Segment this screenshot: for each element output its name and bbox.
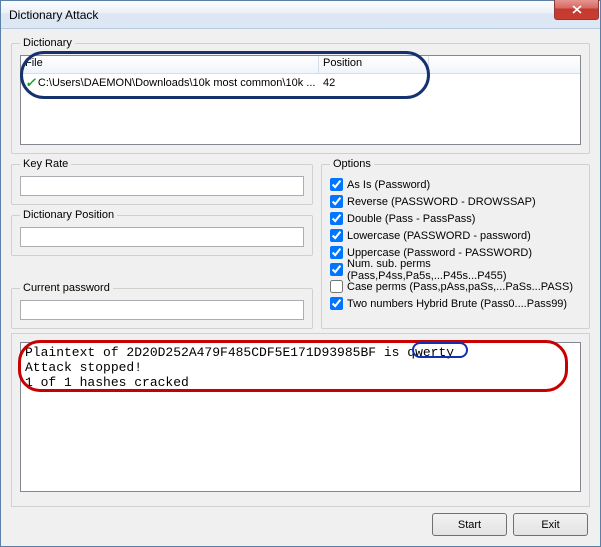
dictionary-legend: Dictionary — [20, 37, 75, 49]
option-checkbox[interactable] — [330, 263, 343, 276]
output-result: qwerty — [407, 345, 454, 360]
current-password-field[interactable] — [20, 300, 304, 320]
option-label: Reverse (PASSWORD - DROWSSAP) — [347, 196, 536, 208]
window-title: Dictionary Attack — [9, 8, 98, 22]
dictionary-group: Dictionary File Position ✓ C:\Users\DAEM… — [11, 37, 590, 154]
option-row[interactable]: Two numbers Hybrid Brute (Pass0....Pass9… — [330, 295, 581, 312]
cell-file: ✓ C:\Users\DAEMON\Downloads\10k most com… — [21, 76, 319, 89]
file-path: C:\Users\DAEMON\Downloads\10k most commo… — [38, 77, 316, 89]
option-checkbox[interactable] — [330, 280, 343, 293]
output-group: Plaintext of 2D20D252A479F485CDF5E171D93… — [11, 333, 590, 507]
middle-row: Key Rate Dictionary Position Current pas… — [11, 158, 590, 329]
close-button[interactable] — [554, 0, 599, 20]
option-row[interactable]: Reverse (PASSWORD - DROWSSAP) — [330, 193, 581, 210]
dictionary-position-group: Dictionary Position — [11, 209, 313, 256]
start-button[interactable]: Start — [432, 513, 507, 536]
option-row[interactable]: As Is (Password) — [330, 176, 581, 193]
option-checkbox[interactable] — [330, 195, 343, 208]
key-rate-group: Key Rate — [11, 158, 313, 205]
dictionary-position-field[interactable] — [20, 227, 304, 247]
col-spacer — [429, 56, 580, 73]
check-icon: ✓ — [25, 76, 36, 89]
option-label: Num. sub. perms (Pass,P4ss,Pa5s,...P45s.… — [347, 258, 581, 282]
options-group: Options As Is (Password) Reverse (PASSWOR… — [321, 158, 590, 329]
option-label: Two numbers Hybrid Brute (Pass0....Pass9… — [347, 298, 567, 310]
client-area: Dictionary File Position ✓ C:\Users\DAEM… — [1, 29, 600, 546]
cell-position: 42 — [319, 77, 429, 89]
output-line1-prefix: Plaintext of 2D20D252A479F485CDF5E171D93… — [25, 345, 407, 360]
titlebar: Dictionary Attack — [1, 1, 600, 29]
option-checkbox[interactable] — [330, 229, 343, 242]
dictionary-table[interactable]: File Position ✓ C:\Users\DAEMON\Download… — [20, 55, 581, 145]
dictionary-position-legend: Dictionary Position — [20, 209, 117, 221]
option-checkbox[interactable] — [330, 212, 343, 225]
output-line3: 1 of 1 hashes cracked — [25, 375, 189, 390]
option-label: Lowercase (PASSWORD - password) — [347, 230, 531, 242]
table-row[interactable]: ✓ C:\Users\DAEMON\Downloads\10k most com… — [21, 74, 580, 91]
exit-button[interactable]: Exit — [513, 513, 588, 536]
col-file[interactable]: File — [21, 56, 319, 73]
output-line2: Attack stopped! — [25, 360, 142, 375]
option-label: Case perms (Pass,pAss,paSs,...PaSs...PAS… — [347, 281, 573, 293]
option-row[interactable]: Case perms (Pass,pAss,paSs,...PaSs...PAS… — [330, 278, 581, 295]
option-row[interactable]: Lowercase (PASSWORD - password) — [330, 227, 581, 244]
option-checkbox[interactable] — [330, 297, 343, 310]
option-label: As Is (Password) — [347, 179, 430, 191]
option-row[interactable]: Double (Pass - PassPass) — [330, 210, 581, 227]
col-position[interactable]: Position — [319, 56, 429, 73]
close-icon — [572, 5, 582, 14]
current-password-legend: Current password — [20, 282, 113, 294]
current-password-group: Current password — [11, 282, 313, 329]
option-checkbox[interactable] — [330, 178, 343, 191]
option-label: Double (Pass - PassPass) — [347, 213, 475, 225]
option-row[interactable]: Num. sub. perms (Pass,P4ss,Pa5s,...P45s.… — [330, 261, 581, 278]
app-window: Dictionary Attack Dictionary File Positi… — [0, 0, 601, 547]
options-legend: Options — [330, 158, 374, 170]
key-rate-legend: Key Rate — [20, 158, 71, 170]
option-checkbox[interactable] — [330, 246, 343, 259]
key-rate-field[interactable] — [20, 176, 304, 196]
button-row: Start Exit — [11, 511, 590, 536]
table-header: File Position — [21, 56, 580, 74]
output-textarea[interactable]: Plaintext of 2D20D252A479F485CDF5E171D93… — [20, 342, 581, 492]
